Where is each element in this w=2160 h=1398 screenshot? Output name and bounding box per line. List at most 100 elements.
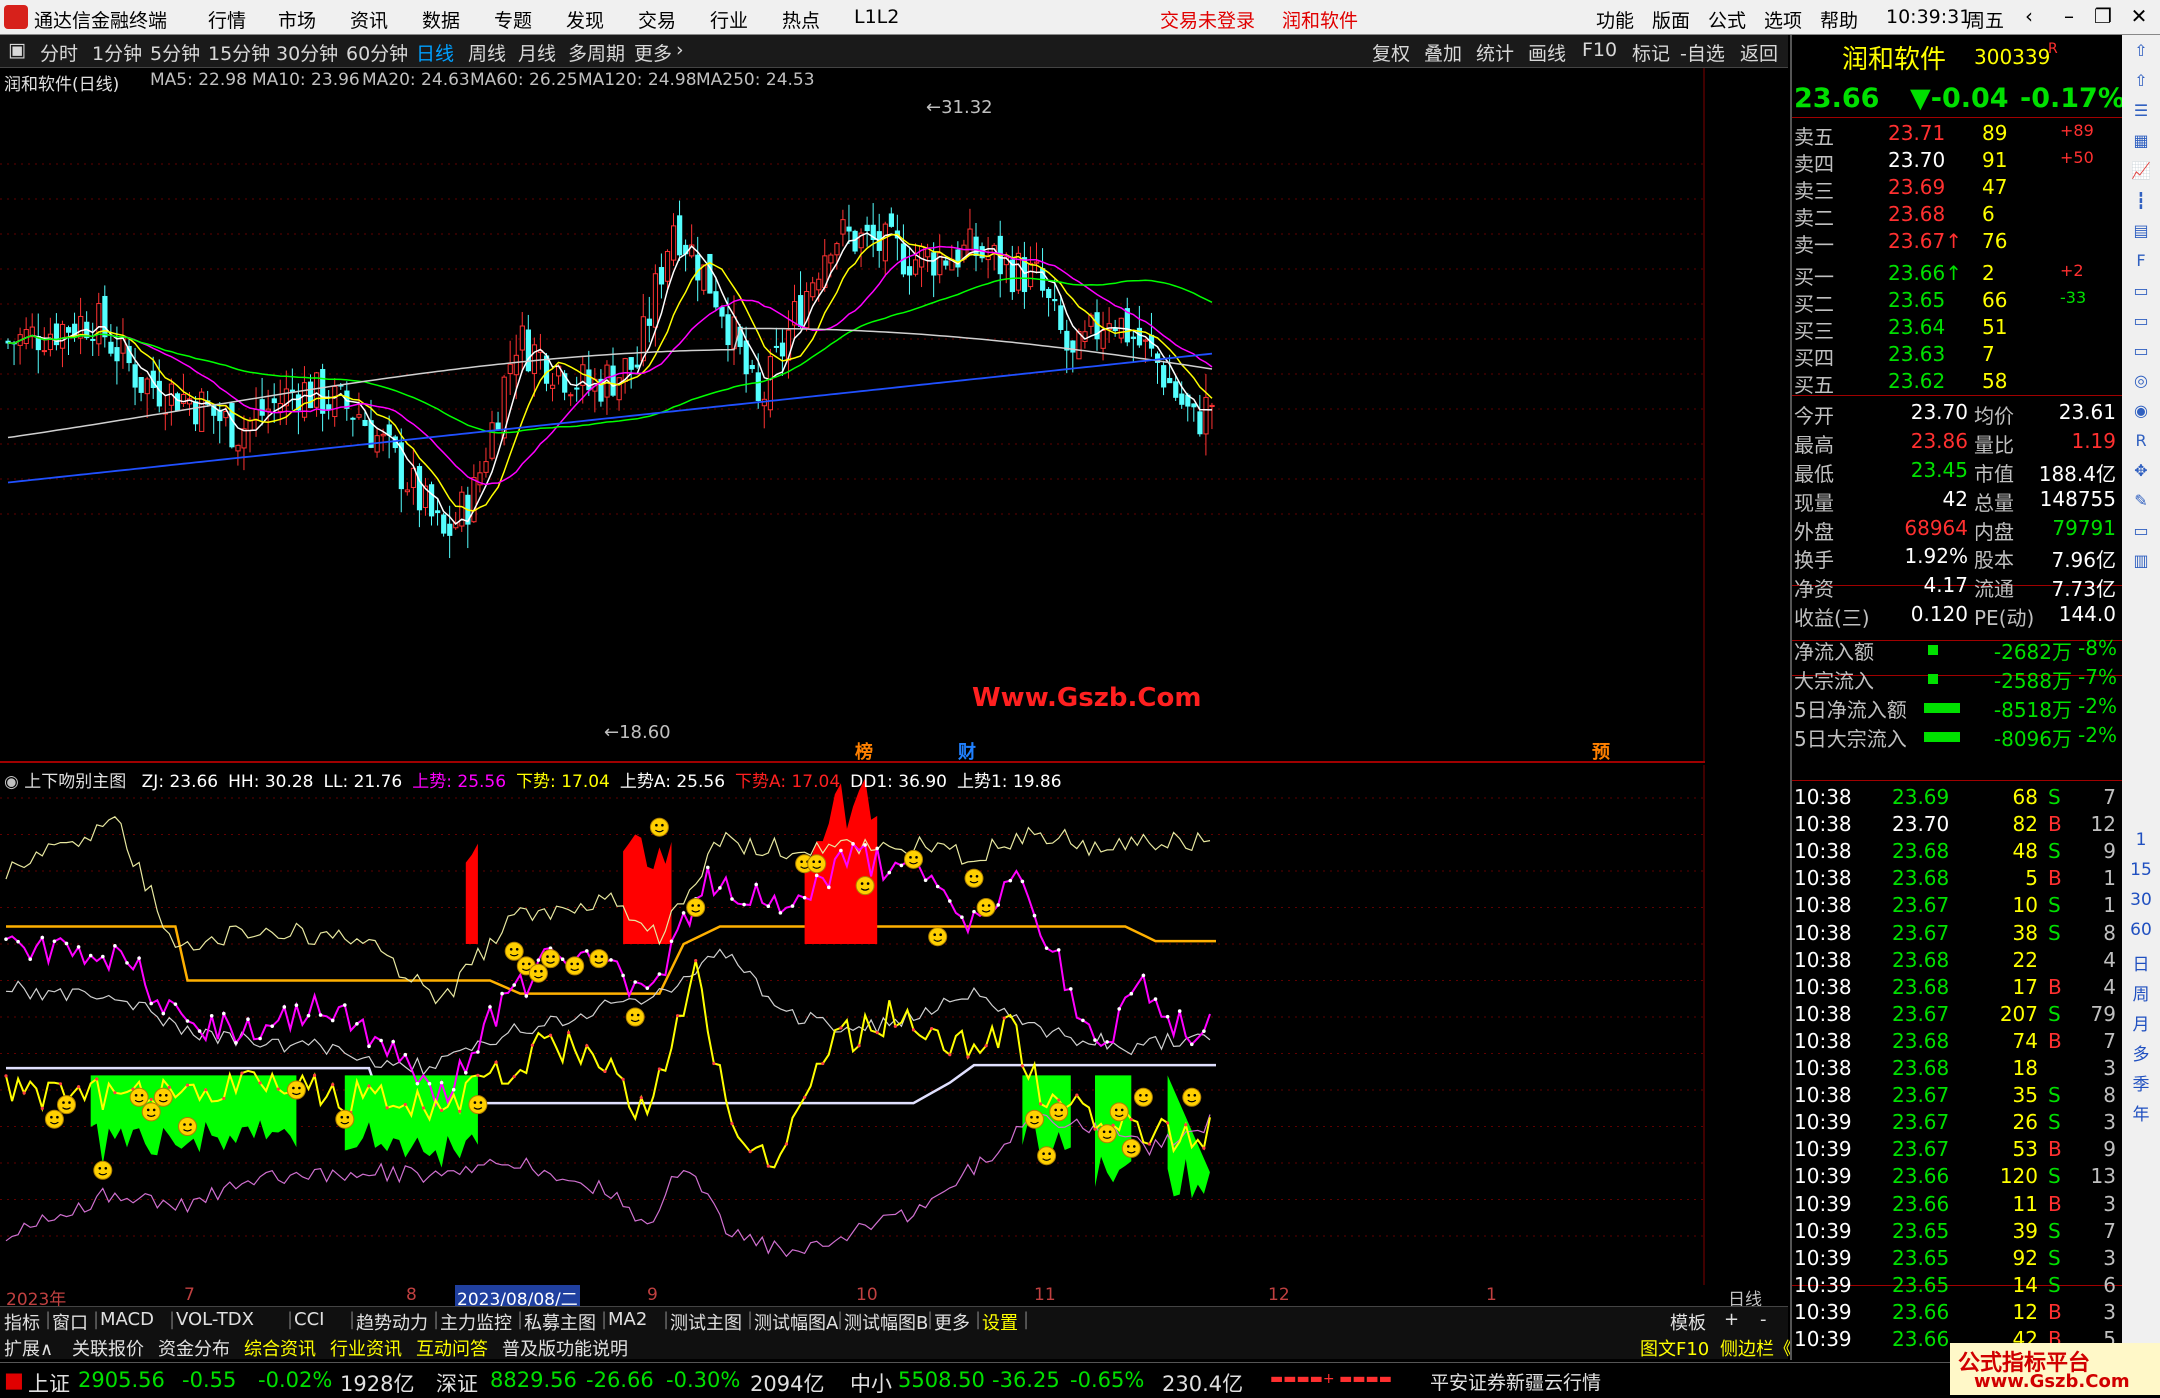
period-weekly[interactable]: 周线	[468, 39, 506, 66]
remove-indicator-button[interactable]: -	[1760, 1309, 1767, 1330]
menu-zhuanti[interactable]: 专题	[494, 6, 532, 33]
info-tab[interactable]: 扩展∧	[4, 1335, 53, 1361]
menu-bangzhu[interactable]: 帮助	[1820, 6, 1858, 33]
menu-gongneng[interactable]: 功能	[1596, 6, 1634, 33]
watchlist-remove-button[interactable]: -自选	[1680, 39, 1725, 66]
mark-button[interactable]: 标记	[1632, 39, 1670, 66]
f10-text-tab[interactable]: 图文F10	[1640, 1335, 1709, 1361]
move-icon[interactable]: ✥	[2128, 461, 2154, 485]
indicator-tab[interactable]: 设置	[982, 1309, 1018, 1335]
indicator-tab[interactable]: 窗口	[52, 1309, 88, 1335]
period-shortcut-4[interactable]: 日	[2128, 950, 2154, 975]
period-fenshi[interactable]: 分时	[40, 39, 78, 66]
info-tab[interactable]: 互动问答	[416, 1335, 488, 1361]
sz-label[interactable]: 深证	[436, 1368, 478, 1398]
restore-icon[interactable]: ❐	[2090, 4, 2116, 28]
pen-icon[interactable]: ✎	[2128, 491, 2154, 515]
f10-button[interactable]: F10	[1582, 39, 1617, 61]
indicator-tab[interactable]: 主力监控	[440, 1309, 512, 1335]
info-tab[interactable]: 行业资讯	[330, 1335, 402, 1361]
menu-shuju[interactable]: 数据	[422, 6, 460, 33]
menu-l1l2[interactable]: L1L2	[854, 6, 899, 28]
period-15min[interactable]: 15分钟	[208, 39, 270, 66]
sidebar-toggle[interactable]: 侧边栏《	[1720, 1335, 1792, 1361]
sh-label[interactable]: 上证	[28, 1368, 70, 1398]
chevron-right-icon[interactable]: ›	[676, 39, 684, 61]
indicator-tab[interactable]: 测试幅图B	[844, 1309, 928, 1335]
indicator-tab[interactable]: MACD	[100, 1309, 154, 1330]
menu-jiaoyi[interactable]: 交易	[638, 6, 676, 33]
period-monthly[interactable]: 月线	[518, 39, 556, 66]
chart-icon[interactable]: ▥	[2128, 551, 2154, 575]
period-shortcut-9[interactable]: 年	[2128, 1100, 2154, 1125]
dropdown-icon[interactable]: ◉	[4, 772, 19, 792]
toggle-panel-icon[interactable]: ▣	[8, 39, 26, 61]
period-shortcut-0[interactable]: 1	[2128, 830, 2154, 854]
period-60min[interactable]: 60分钟	[346, 39, 408, 66]
indicator-tab[interactable]: 私募主图	[524, 1309, 596, 1335]
template-button[interactable]: 模板	[1670, 1309, 1706, 1335]
page-icon[interactable]: ▭	[2128, 281, 2154, 305]
period-more[interactable]: 更多	[634, 39, 672, 66]
list-icon[interactable]: ☰	[2128, 101, 2154, 125]
indicator-tab[interactable]: VOL-TDX	[176, 1309, 254, 1330]
indicator-tab[interactable]: 更多	[934, 1309, 970, 1335]
menu-faxian[interactable]: 发现	[566, 6, 604, 33]
period-shortcut-5[interactable]: 周	[2128, 980, 2154, 1005]
doc-icon[interactable]: ▤	[2128, 221, 2154, 245]
indicator-tab[interactable]: 测试幅图A	[754, 1309, 838, 1335]
f2-icon[interactable]: ▭	[2128, 341, 2154, 365]
f10-icon[interactable]: F	[2128, 251, 2154, 275]
page-icon[interactable]: ▭	[2128, 311, 2154, 335]
back-icon[interactable]: ‹	[2016, 4, 2042, 28]
minimize-icon[interactable]: –	[2056, 4, 2082, 28]
up-icon[interactable]: ⇧	[2128, 71, 2154, 95]
menu-banmian[interactable]: 版面	[1652, 6, 1690, 33]
period-shortcut-7[interactable]: 多	[2128, 1040, 2154, 1065]
line-chart-icon[interactable]: 📈	[2128, 161, 2154, 185]
indicator-tab[interactable]: 指标	[4, 1309, 40, 1335]
return-button[interactable]: 返回	[1740, 39, 1778, 66]
info-tab[interactable]: 关联报价	[72, 1335, 144, 1361]
fs-icon[interactable]: ▭	[2128, 521, 2154, 545]
period-daily[interactable]: 日线	[416, 39, 454, 66]
info-tab[interactable]: 普及版功能说明	[502, 1335, 628, 1361]
period-shortcut-3[interactable]: 60	[2128, 920, 2154, 944]
indicator-tab[interactable]: CCI	[294, 1309, 324, 1330]
candlestick-chart[interactable]: 润和软件(日线) MA5: 22.98 MA10: 23.96 MA20: 24…	[0, 68, 1710, 763]
close-icon[interactable]: ✕	[2126, 4, 2152, 28]
period-1min[interactable]: 1分钟	[92, 39, 142, 66]
menu-hangye[interactable]: 行业	[710, 6, 748, 33]
grid-icon[interactable]: ▦	[2128, 131, 2154, 155]
menu-shichang[interactable]: 市场	[278, 6, 316, 33]
info-tab[interactable]: 综合资讯	[244, 1335, 316, 1361]
period-5min[interactable]: 5分钟	[150, 39, 200, 66]
menu-xuanxiang[interactable]: 选项	[1764, 6, 1802, 33]
info-tab[interactable]: 资金分布	[158, 1335, 230, 1361]
indicator-tab[interactable]: 测试主图	[670, 1309, 742, 1335]
period-multi[interactable]: 多周期	[568, 39, 625, 66]
candle-icon[interactable]: ┇	[2128, 191, 2154, 215]
period-shortcut-1[interactable]: 15	[2128, 860, 2154, 884]
period-shortcut-6[interactable]: 月	[2128, 1010, 2154, 1035]
stats-button[interactable]: 统计	[1476, 39, 1514, 66]
draw-button[interactable]: 画线	[1528, 39, 1566, 66]
period-30min[interactable]: 30分钟	[276, 39, 338, 66]
globe-icon[interactable]: ◉	[2128, 401, 2154, 425]
menu-redian[interactable]: 热点	[782, 6, 820, 33]
menu-gongshi[interactable]: 公式	[1708, 6, 1746, 33]
period-shortcut-2[interactable]: 30	[2128, 890, 2154, 914]
period-shortcut-8[interactable]: 季	[2128, 1070, 2154, 1095]
circle-icon[interactable]: ◎	[2128, 371, 2154, 395]
rsi-icon[interactable]: R	[2128, 431, 2154, 455]
overlay-button[interactable]: 叠加	[1424, 39, 1462, 66]
fuquan-button[interactable]: 复权	[1372, 39, 1410, 66]
add-indicator-button[interactable]: +	[1724, 1309, 1739, 1330]
indicator-chart[interactable]: 40.0037.5035.0032.5030.0027.5025.0022.50…	[0, 765, 1710, 1285]
trade-login-notice[interactable]: 交易未登录	[1160, 6, 1255, 33]
indicator-tab[interactable]: MA2	[608, 1309, 647, 1330]
up-icon[interactable]: ⇧	[2128, 41, 2154, 65]
menu-hangqing[interactable]: 行情	[208, 6, 246, 33]
zx-label[interactable]: 中小	[850, 1368, 892, 1398]
indicator-tab[interactable]: 趋势动力	[356, 1309, 428, 1335]
